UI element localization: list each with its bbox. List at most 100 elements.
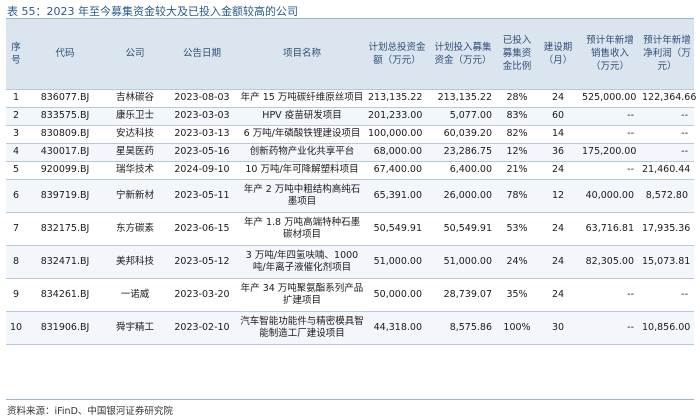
- table-cell: 6,400.00: [428, 161, 498, 180]
- table-cell: 175,200.00: [580, 143, 640, 162]
- table-cell: 78%: [498, 179, 536, 213]
- table-cell: 2023-05-11: [166, 179, 238, 213]
- header-cell: 计划总投资金额（万元）: [366, 19, 428, 90]
- table-cell: 2023-02-10: [166, 311, 238, 345]
- table-cell: 24%: [498, 245, 536, 279]
- table-cell: --: [640, 143, 694, 162]
- table-cell: 17,935.36: [640, 212, 694, 246]
- table-cell: 5: [6, 161, 26, 180]
- table-cell: 8,575.86: [428, 311, 498, 345]
- table-cell: 7: [6, 212, 26, 246]
- table-cell: 2023-08-03: [166, 89, 238, 108]
- table-cell: 2023-05-12: [166, 245, 238, 279]
- table-cell: 2: [6, 107, 26, 126]
- table-cell: 2023-03-20: [166, 278, 238, 312]
- table-cell: 24: [536, 245, 580, 279]
- table-row: 9 834261.BJ 一诺威 2023-03-20 年产 34 万吨聚氨酯系列产品扩建…: [6, 278, 694, 312]
- table-cell: 30: [536, 311, 580, 345]
- table-cell: 100,000.00: [366, 125, 428, 144]
- table-cell: 东方碳素: [104, 212, 166, 246]
- table-cell: 213,135.22: [366, 89, 428, 108]
- table-cell: 82,305.00: [580, 245, 640, 279]
- table-cell: 100%: [498, 311, 536, 345]
- table-cell: 82%: [498, 125, 536, 144]
- table-cell: 美邦科技: [104, 245, 166, 279]
- table-cell: 51,000.00: [428, 245, 498, 279]
- table-cell: 50,000.00: [366, 278, 428, 312]
- table-cell: 44,318.00: [366, 311, 428, 345]
- table-cell: 68,000.00: [366, 143, 428, 162]
- table-cell: 35%: [498, 278, 536, 312]
- table-cell: 525,000.00: [580, 89, 640, 108]
- table-cell: 832175.BJ: [26, 212, 104, 246]
- table-cell: 63,716.81: [580, 212, 640, 246]
- table-cell: 星昊医药: [104, 143, 166, 162]
- table-cell: 2024-09-10: [166, 161, 238, 180]
- table-cell: 12: [536, 179, 580, 213]
- table-row: 7 832175.BJ 东方碳素 2023-06-15 年产 1.8 万吨高端特种石墨碳…: [6, 212, 694, 246]
- header-cell: 预计年新增销售收入（万元）: [580, 19, 640, 90]
- table-cell: 122,364.66: [640, 89, 696, 108]
- table-cell: 3: [6, 125, 26, 144]
- table-cell: 10: [6, 311, 26, 345]
- table-row: 5 920099.BJ 瑞华技术 2024-09-10 10 万吨/年可降解塑料项目 67…: [6, 161, 694, 180]
- table-cell: 康乐卫士: [104, 107, 166, 126]
- table-cell: 21%: [498, 161, 536, 180]
- table-cell: HPV 疫苗研发项目: [238, 107, 366, 126]
- header-cell: 建设期（月）: [536, 19, 580, 90]
- table-row: 2 833575.BJ 康乐卫士 2023-03-03 HPV 疫苗研发项目 201,23…: [6, 107, 694, 126]
- table-cell: 839719.BJ: [26, 179, 104, 213]
- table-cell: 836077.BJ: [26, 89, 104, 108]
- table-cell: 年产 34 万吨聚氨酯系列产品扩建项目: [238, 278, 366, 312]
- table-cell: 年产 2 万吨中粗结构高纯石墨项目: [238, 179, 366, 213]
- table-cell: --: [580, 161, 640, 180]
- table-cell: --: [580, 311, 640, 345]
- table-row: 8 832471.BJ 美邦科技 2023-05-12 3 万吨/年四氢呋喃、1000 …: [6, 245, 694, 279]
- table-cell: 年产 15 万吨碳纤维原丝项目: [238, 89, 366, 108]
- table-cell: 21,460.44: [640, 161, 694, 180]
- table-cell: --: [580, 125, 640, 144]
- table-cell: 65,391.00: [366, 179, 428, 213]
- table-cell: 12%: [498, 143, 536, 162]
- table-cell: 40,000.00: [580, 179, 640, 213]
- table-cell: 2023-03-03: [166, 107, 238, 126]
- table-cell: 67,400.00: [366, 161, 428, 180]
- table-cell: 28,739.07: [428, 278, 498, 312]
- table-cell: 24: [536, 89, 580, 108]
- table-cell: 5,077.00: [428, 107, 498, 126]
- table-cell: 瑞华技术: [104, 161, 166, 180]
- table-cell: 920099.BJ: [26, 161, 104, 180]
- table-cell: 50,549.91: [428, 212, 498, 246]
- table-cell: 1: [6, 89, 26, 108]
- table-cell: 24: [536, 161, 580, 180]
- table-cell: --: [640, 125, 694, 144]
- table-cell: 831906.BJ: [26, 311, 104, 345]
- data-table: 序号 代码 公司 公告日期 项目名称 计划总投资金额（万元） 计划投入募集资金（…: [6, 19, 696, 345]
- header-cell: 序号: [6, 19, 26, 90]
- header-cell: 计划投入募集资金（万元）: [428, 19, 498, 90]
- table-cell: 832471.BJ: [26, 245, 104, 279]
- table-cell: 60: [536, 107, 580, 126]
- table-cell: --: [580, 107, 640, 126]
- table-cell: 2023-05-16: [166, 143, 238, 162]
- table-cell: 10,856.00: [640, 311, 694, 345]
- table-cell: 213,135.22: [428, 89, 498, 108]
- table-cell: 14: [536, 125, 580, 144]
- bottom-rule: [6, 399, 694, 400]
- table-cell: 4: [6, 143, 26, 162]
- table-cell: 2023-03-13: [166, 125, 238, 144]
- table-cell: --: [640, 278, 694, 312]
- table-row: 10 831906.BJ 舜宇精工 2023-02-10 汽车智能功能件与精密模具智能制…: [6, 311, 694, 345]
- table-cell: --: [640, 107, 694, 126]
- source-note: 资料来源：iFinD、中国银河证券研究院: [7, 406, 173, 417]
- table-cell: 吉林碳谷: [104, 89, 166, 108]
- table-cell: 50,549.91: [366, 212, 428, 246]
- table-cell: 36: [536, 143, 580, 162]
- table-cell: 833575.BJ: [26, 107, 104, 126]
- table-cell: 830809.BJ: [26, 125, 104, 144]
- table-cell: 51,000.00: [366, 245, 428, 279]
- table-cell: 10 万吨/年可降解塑料项目: [238, 161, 366, 180]
- table-cell: --: [580, 278, 640, 312]
- table-cell: 8: [6, 245, 26, 279]
- table-cell: 汽车智能功能件与精密模具智能制造工厂建设项目: [238, 311, 366, 345]
